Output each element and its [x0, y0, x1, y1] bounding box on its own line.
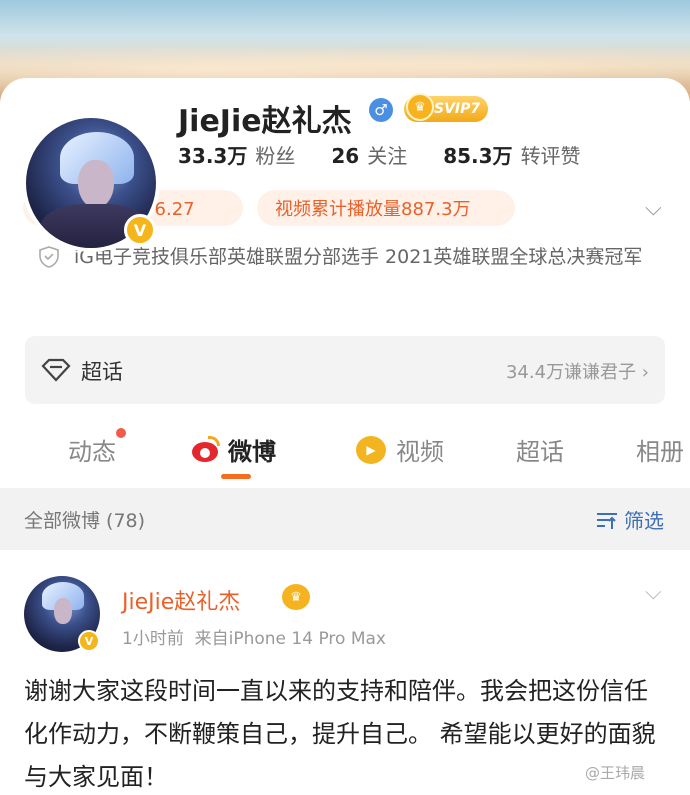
tab-dynamic[interactable]: 动态	[68, 428, 126, 467]
shield-icon	[39, 246, 59, 268]
tab-label: 微博	[228, 438, 276, 466]
all-posts-count: 全部微博 (78)	[24, 510, 146, 532]
profile-tabs: 动态 微博 ▶ 视频 超话 相册	[0, 418, 690, 479]
tab-label: 动态	[68, 438, 116, 466]
super-topic-rank-text: 34.4万谦谦君子	[505, 362, 637, 383]
active-tab-indicator	[221, 474, 251, 479]
stat-followers[interactable]: 33.3万 粉丝	[178, 140, 295, 169]
stat-following[interactable]: 26 关注	[331, 140, 407, 169]
super-topic-rank: 34.4万谦谦君子 ›	[506, 358, 649, 384]
tab-video[interactable]: ▶ 视频	[356, 432, 444, 467]
profile-card: V JieJie赵礼杰 ♂ ♛ SVIP7 33.3万 粉丝 26 关注 85.3万…	[0, 78, 690, 488]
stat-number: 85.3万	[443, 144, 513, 168]
tab-label: 相册	[636, 438, 684, 466]
profile-bio: iG电子竞技俱乐部英雄联盟分部选手 2021英雄联盟全球总决赛冠军	[74, 246, 643, 268]
male-gender-icon: ♂	[369, 98, 393, 122]
watermark: @王玮晨	[585, 764, 646, 782]
notification-dot-icon	[116, 428, 126, 438]
verified-badge-icon: V	[124, 214, 156, 246]
chevron-right-icon: ›	[641, 362, 649, 383]
tab-album[interactable]: 相册	[636, 432, 684, 467]
post-meta: 1小时前 来自iPhone 14 Pro Max	[122, 629, 386, 649]
super-topic-bar[interactable]: 超话 34.4万谦谦君子 ›	[25, 336, 665, 404]
weibo-logo-icon	[190, 435, 220, 464]
stat-label: 关注	[367, 144, 408, 168]
filter-icon	[597, 512, 617, 529]
tab-super-topic[interactable]: 超话	[516, 432, 564, 467]
verified-badge-icon: V	[78, 630, 100, 652]
profile-name: JieJie赵礼杰	[178, 104, 352, 139]
post-author-name[interactable]: JieJie赵礼杰	[122, 584, 240, 616]
video-plays-pill[interactable]: 视频累计播放量887.3万	[257, 190, 515, 226]
post-menu-chevron-down-icon[interactable]: ⌵	[645, 580, 662, 605]
post-text: 谢谢大家这段时间一直以来的支持和陪伴。我会把这份信任化作动力，不断鞭策自己，提升…	[24, 677, 656, 791]
crown-icon: ♛	[282, 584, 310, 610]
tab-label: 视频	[396, 438, 444, 466]
super-topic-label: 超话	[81, 360, 123, 384]
svip-badge[interactable]: ♛ SVIP7	[404, 93, 488, 122]
weibo-post: V JieJie赵礼杰 ♛ ⌵ 1小时前 来自iPhone 14 Pro Max…	[0, 550, 690, 795]
stat-number: 33.3万	[178, 144, 248, 168]
stat-label: 转评赞	[520, 144, 581, 168]
filter-button[interactable]: 筛选	[596, 505, 664, 534]
stat-label: 粉丝	[255, 144, 296, 168]
tab-label: 超话	[516, 438, 564, 466]
expand-chevron-down-icon[interactable]: ⌵	[645, 196, 662, 221]
svip-label: SVIP7	[434, 101, 481, 117]
tab-weibo[interactable]: 微博	[190, 432, 276, 467]
crown-icon: ♛	[406, 93, 434, 121]
diamond-icon	[41, 358, 71, 382]
filter-bar: 全部微博 (78) 筛选	[0, 488, 690, 550]
stat-engagement[interactable]: 85.3万 转评赞	[443, 140, 580, 169]
filter-label: 筛选	[624, 509, 664, 533]
video-play-icon: ▶	[356, 435, 386, 464]
profile-stats: 33.3万 粉丝 26 关注 85.3万 转评赞	[178, 140, 581, 169]
stat-number: 26	[331, 144, 360, 168]
